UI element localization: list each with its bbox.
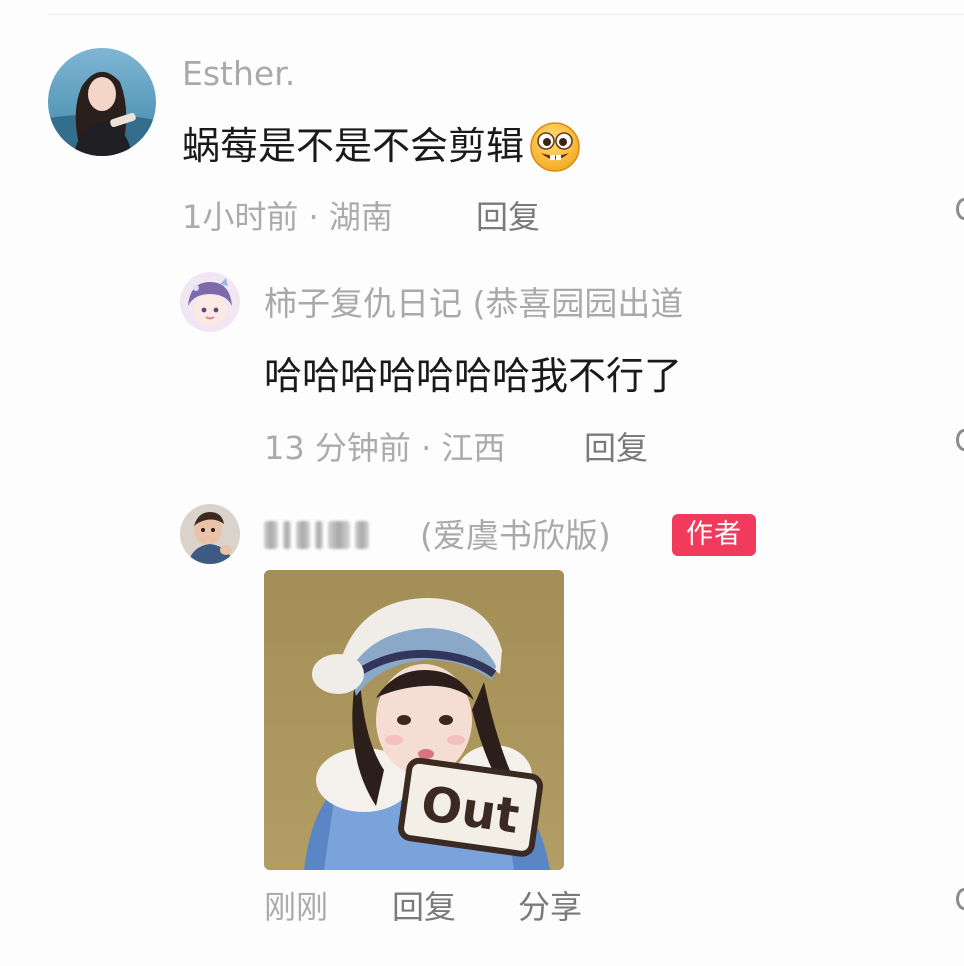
comment-meta: 13 分钟前 · 江西 bbox=[264, 429, 506, 467]
more-options-icon[interactable] bbox=[956, 429, 964, 451]
avatar-author[interactable] bbox=[180, 504, 240, 564]
share-button[interactable]: 分享 bbox=[518, 886, 582, 928]
comment-username-suffix[interactable]: (爱虞书欣版) bbox=[420, 514, 611, 558]
reply-button[interactable]: 回复 bbox=[476, 196, 540, 238]
reply-button[interactable]: 回复 bbox=[584, 427, 648, 469]
reply-button[interactable]: 回复 bbox=[392, 886, 456, 928]
comment-text: 蜗莓是不是不会剪辑 bbox=[182, 120, 584, 172]
more-options-icon[interactable] bbox=[956, 198, 964, 220]
author-badge: 作者 bbox=[672, 514, 756, 556]
blurred-char bbox=[296, 521, 310, 549]
top-divider bbox=[48, 14, 964, 15]
more-options-icon[interactable] bbox=[956, 888, 964, 910]
comment-text-content: 蜗莓是不是不会剪辑 bbox=[182, 124, 525, 168]
blurred-char bbox=[264, 521, 278, 549]
blurred-char bbox=[355, 521, 369, 549]
comment-username[interactable]: Esther. bbox=[182, 52, 295, 96]
blurred-char bbox=[328, 521, 350, 549]
comment-text: 哈哈哈哈哈哈哈我不行了 bbox=[264, 354, 683, 398]
grinning-face-emoji bbox=[526, 120, 584, 172]
avatar-shizi[interactable] bbox=[180, 272, 240, 332]
avatar-esther[interactable] bbox=[48, 48, 156, 156]
blurred-username bbox=[264, 514, 369, 556]
blurred-char bbox=[283, 521, 291, 549]
comment-username[interactable]: 柿子复仇日记 (恭喜园园出道 bbox=[264, 282, 683, 326]
comment-meta: 刚刚 bbox=[264, 888, 329, 926]
blurred-char bbox=[315, 521, 323, 549]
image-attachment[interactable]: Out bbox=[264, 570, 564, 870]
comment-meta: 1小时前 · 湖南 bbox=[182, 198, 393, 236]
